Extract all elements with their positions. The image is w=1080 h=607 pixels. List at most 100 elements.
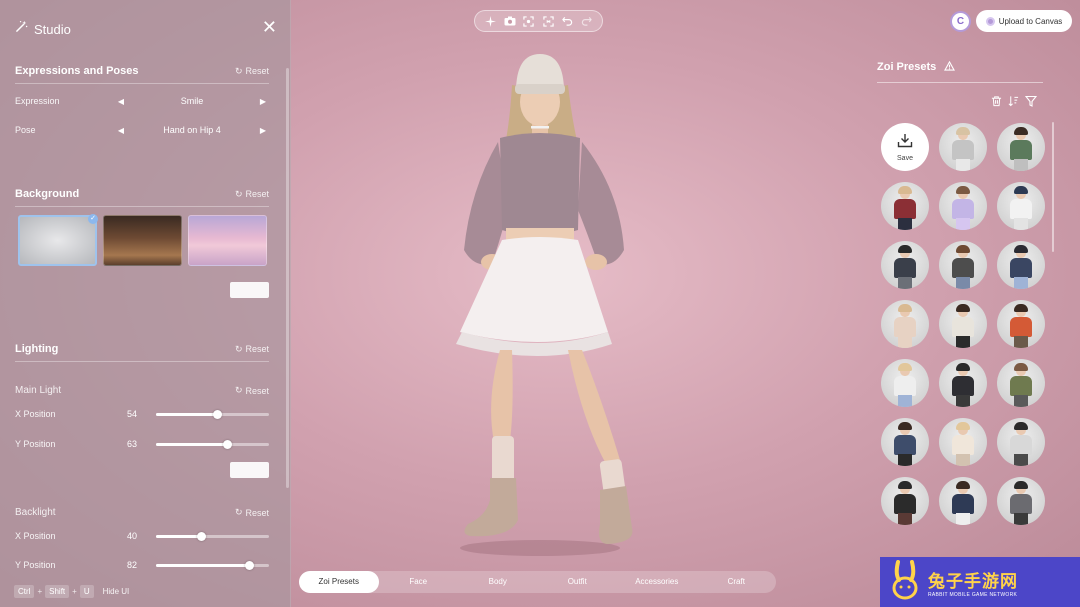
canvas-logo-icon (985, 16, 995, 26)
slider-knob[interactable] (213, 409, 223, 419)
close-icon[interactable]: ✕ (262, 18, 277, 36)
slider-knob[interactable] (244, 560, 254, 570)
background-thumb-room[interactable] (103, 215, 182, 266)
preset-thumb[interactable] (997, 182, 1045, 230)
preset-thumb[interactable] (939, 123, 987, 171)
preset-thumb[interactable] (997, 359, 1045, 407)
preset-thumb[interactable] (997, 123, 1045, 171)
face-frame-icon[interactable] (541, 14, 555, 28)
backlight-y-slider[interactable] (156, 560, 269, 570)
tab-outfit[interactable]: Outfit (538, 571, 618, 593)
main-light-y-value: 63 (126, 439, 137, 449)
preset-thumb[interactable] (939, 477, 987, 525)
studio-scrollbar[interactable] (286, 68, 289, 488)
filter-icon[interactable] (1024, 94, 1038, 112)
tab-zoi-presets[interactable]: Zoi Presets (299, 571, 379, 593)
slider-knob[interactable] (223, 439, 233, 449)
expression-next-arrow-icon[interactable]: ▶ (257, 97, 269, 106)
preset-thumb[interactable] (881, 418, 929, 466)
tab-craft[interactable]: Craft (697, 571, 777, 593)
save-label: Save (897, 154, 913, 162)
backlight-reset-button[interactable]: ↻ Reset (235, 507, 269, 518)
tab-body[interactable]: Body (458, 571, 538, 593)
sort-icon[interactable] (1008, 94, 1019, 112)
expressions-reset-button[interactable]: ↻ Reset (235, 66, 269, 77)
character-model[interactable] (450, 50, 650, 560)
backlight-x-row: X Position 40 (15, 529, 269, 543)
reset-icon: ↻ (234, 385, 243, 395)
preset-thumb[interactable] (881, 359, 929, 407)
focus-frame-icon[interactable] (522, 14, 536, 28)
expressions-title: Expressions and Poses (15, 65, 139, 77)
hide-ui-label[interactable]: Hide UI (103, 587, 130, 596)
preset-thumb[interactable] (939, 300, 987, 348)
backlight-y-row: Y Position 82 (15, 558, 269, 572)
upload-label: Upload to Canvas (998, 16, 1063, 26)
preset-thumb[interactable] (997, 300, 1045, 348)
main-light-y-label: Y Position (15, 439, 56, 449)
backlight-x-slider[interactable] (156, 531, 269, 541)
pose-row: Pose ◀ Hand on Hip 4 ▶ (15, 123, 269, 137)
shift-key: Shift (45, 585, 70, 598)
slider-knob[interactable] (197, 531, 207, 541)
preset-thumb[interactable] (881, 241, 929, 289)
save-preset-button[interactable]: Save (881, 123, 929, 171)
pose-label: Pose (15, 125, 36, 135)
pose-prev-arrow-icon[interactable]: ◀ (115, 126, 127, 135)
preset-thumb[interactable] (939, 241, 987, 289)
redo-icon[interactable] (579, 14, 593, 28)
u-key: U (79, 585, 94, 598)
main-light-x-row: X Position 54 (15, 407, 269, 421)
camera-icon[interactable] (503, 14, 517, 28)
preset-thumb[interactable] (881, 182, 929, 230)
undo-icon[interactable] (560, 14, 574, 28)
main-light-y-slider[interactable] (156, 439, 269, 449)
preset-thumb[interactable] (997, 241, 1045, 289)
tab-accessories[interactable]: Accessories (617, 571, 697, 593)
expression-label: Expression (15, 96, 60, 106)
background-color-swatch[interactable] (230, 282, 269, 298)
expression-prev-arrow-icon[interactable]: ◀ (115, 97, 127, 106)
watermark-en: RABBIT MOBILE GAME NETWORK (928, 591, 1018, 598)
sparkle-icon[interactable] (484, 14, 498, 28)
main-light-color-swatch[interactable] (230, 462, 269, 478)
preset-thumb[interactable] (939, 182, 987, 230)
main-light-y-row: Y Position 63 (15, 437, 269, 451)
reset-icon: ↻ (234, 188, 243, 199)
reset-label: Reset (245, 344, 269, 354)
preset-grid: Save (881, 123, 1045, 525)
lighting-title: Lighting (15, 343, 59, 355)
ctrl-key: Ctrl (14, 585, 35, 598)
preset-thumb[interactable] (881, 477, 929, 525)
preset-tools (991, 94, 1038, 112)
background-reset-button[interactable]: ↻ Reset (235, 189, 269, 200)
backlight-x-label: X Position (15, 531, 56, 541)
backlight-y-value: 82 (126, 560, 137, 570)
reset-label: Reset (245, 66, 269, 76)
user-avatar[interactable]: C (950, 11, 971, 32)
upload-to-canvas-button[interactable]: Upload to Canvas (976, 10, 1072, 32)
reset-icon: ↻ (234, 343, 243, 354)
preset-thumb[interactable] (939, 418, 987, 466)
reset-label: Reset (245, 385, 269, 396)
magic-wand-icon (15, 20, 28, 38)
plus-sign: + (72, 587, 77, 596)
preset-thumb[interactable] (997, 477, 1045, 525)
trash-icon[interactable] (991, 94, 1002, 112)
warning-icon[interactable] (944, 58, 956, 76)
main-light-x-slider[interactable] (156, 409, 269, 419)
main-light-reset-button[interactable]: ↻ Reset (235, 385, 269, 396)
preset-thumb[interactable] (881, 300, 929, 348)
backlight-x-value: 40 (126, 531, 137, 541)
background-thumb-sky[interactable] (188, 215, 267, 266)
preset-thumb[interactable] (939, 359, 987, 407)
tab-face[interactable]: Face (379, 571, 459, 593)
preset-thumb[interactable] (997, 418, 1045, 466)
presets-scrollbar[interactable] (1052, 122, 1054, 252)
backlight-header: Backlight ↻ Reset (15, 507, 269, 518)
pose-next-arrow-icon[interactable]: ▶ (257, 126, 269, 135)
lighting-reset-button[interactable]: ↻ Reset (235, 344, 269, 355)
background-thumb-studio-selected[interactable]: ✓ (18, 214, 98, 266)
main-light-x-value: 54 (126, 409, 137, 419)
expression-value: Smile (180, 96, 204, 106)
